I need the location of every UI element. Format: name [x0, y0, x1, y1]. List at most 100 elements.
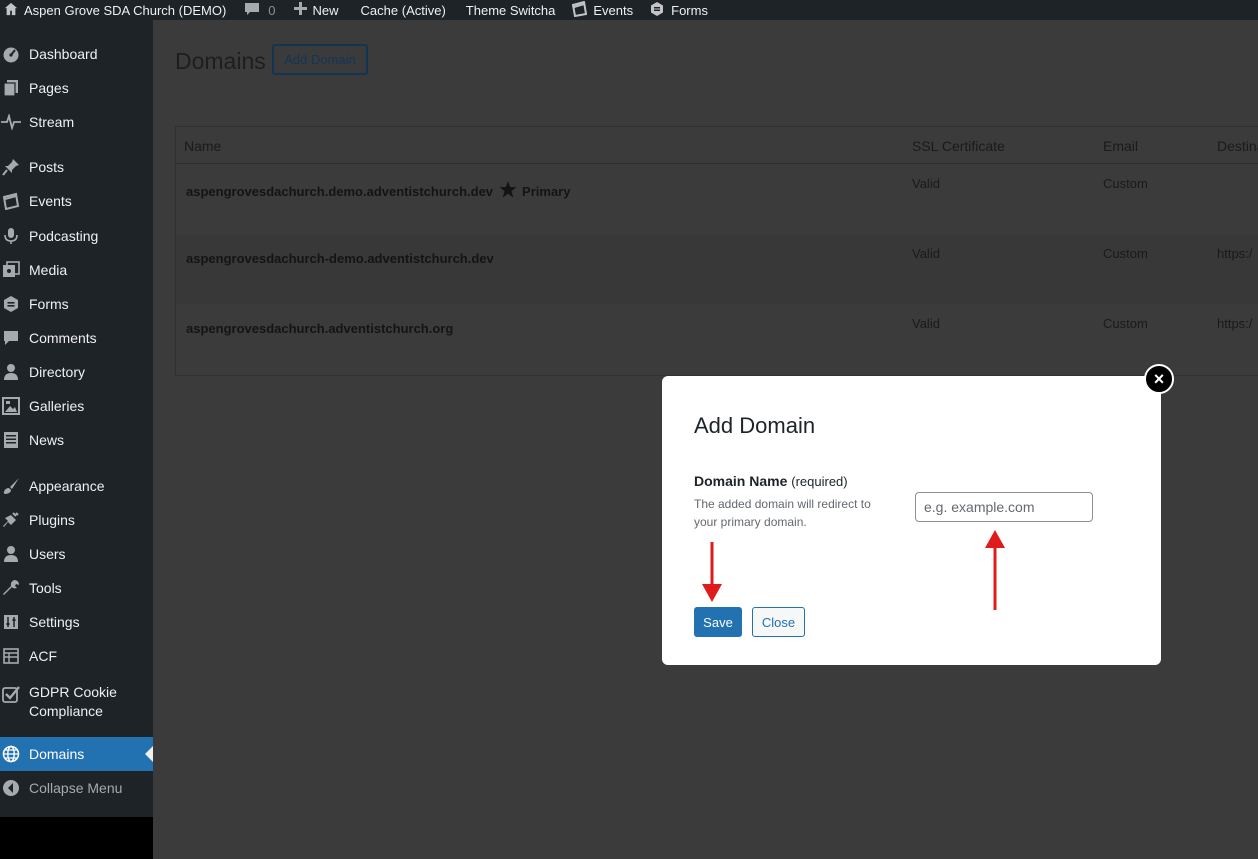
news-icon	[0, 429, 22, 451]
column-header-destination[interactable]: Destina	[1217, 138, 1258, 154]
sidebar-item-forms[interactable]: Forms	[0, 287, 153, 321]
sidebar-item-label: Galleries	[29, 398, 85, 414]
sidebar-item-events[interactable]: Events	[0, 184, 153, 218]
collapse-icon	[0, 777, 22, 799]
collapse-menu-button[interactable]: Collapse Menu	[0, 771, 153, 805]
sidebar-item-domains[interactable]: Domains	[0, 737, 153, 771]
sidebar-item-label: Collapse Menu	[29, 780, 123, 796]
sidebar-item-pages[interactable]: Pages	[0, 71, 153, 105]
sidebar-item-gdpr-cookie-compliance[interactable]: GDPR Cookie Compliance	[0, 679, 153, 725]
new-content-link[interactable]: New	[284, 0, 347, 20]
checkbox-icon	[0, 683, 22, 705]
destination-cell: https:/	[1217, 316, 1253, 331]
required-note: (required)	[791, 474, 848, 489]
sidebar-item-stream[interactable]: Stream	[0, 105, 153, 139]
sidebar-item-media[interactable]: Media	[0, 253, 153, 287]
field-help-text: The added domain will redirect to your p…	[694, 497, 871, 529]
pin-icon	[0, 156, 22, 178]
stream-icon	[0, 111, 22, 133]
close-button[interactable]: Close	[752, 607, 805, 637]
admin-bar: Aspen Grove SDA Church (DEMO) 0 New Cach…	[0, 0, 1258, 20]
calendar-icon	[571, 0, 593, 20]
add-domain-button[interactable]: Add Domain	[272, 44, 368, 75]
sidebar-item-label: Tools	[29, 580, 62, 596]
domains-table: Name SSL Certificate Email Destina aspen…	[175, 126, 1258, 376]
users-icon	[0, 543, 22, 565]
wrench-icon	[0, 577, 22, 599]
forms-icon	[0, 293, 22, 315]
column-header-name[interactable]: Name	[184, 138, 221, 154]
primary-badge: Primary	[522, 183, 571, 199]
gallery-icon	[0, 395, 22, 417]
comments-link[interactable]: 0	[234, 0, 283, 20]
sidebar-footer	[0, 817, 153, 859]
domain-name-input[interactable]	[915, 492, 1093, 522]
domain-name[interactable]: aspengrovesdachurch-demo.adventistchurch…	[186, 251, 494, 266]
domain-name[interactable]: aspengrovesdachurch.demo.adventistchurch…	[186, 184, 493, 199]
sidebar-item-label: Settings	[29, 614, 80, 630]
events-label: Events	[593, 2, 634, 18]
sidebar-item-label: Media	[29, 262, 68, 278]
new-label: New	[312, 2, 339, 18]
theme-switcha-link[interactable]: Theme Switcha	[454, 0, 564, 20]
sidebar-item-label: ACF	[29, 648, 57, 664]
sidebar-item-podcasting[interactable]: Podcasting	[0, 219, 153, 253]
sidebar-item-appearance[interactable]: Appearance	[0, 469, 153, 503]
sidebar-item-label: News	[29, 432, 65, 448]
ssl-status: Valid	[912, 246, 940, 261]
sidebar-item-tools[interactable]: Tools	[0, 571, 153, 605]
domain-name[interactable]: aspengrovesdachurch.adventistchurch.org	[186, 321, 453, 336]
settings-icon	[0, 611, 22, 633]
events-link[interactable]: Events	[563, 0, 641, 20]
ssl-status: Valid	[912, 316, 940, 331]
sidebar-item-label: Directory	[29, 364, 86, 380]
comments-count: 0	[268, 2, 276, 18]
sidebar-item-settings[interactable]: Settings	[0, 605, 153, 639]
modal-title: Add Domain	[694, 413, 816, 438]
domain-name-label: Domain Name (required)	[694, 473, 848, 489]
sidebar-item-galleries[interactable]: Galleries	[0, 389, 153, 423]
sidebar-item-dashboard[interactable]: Dashboard	[0, 37, 153, 71]
sidebar-item-comments[interactable]: Comments	[0, 321, 153, 355]
email-status: Custom	[1103, 316, 1148, 331]
sidebar-item-label: Pages	[29, 80, 69, 96]
forms-link[interactable]: Forms	[641, 0, 716, 20]
sidebar-item-posts[interactable]: Posts	[0, 150, 153, 184]
email-status: Custom	[1103, 246, 1148, 261]
site-name-label: Aspen Grove SDA Church (DEMO)	[24, 2, 227, 18]
sidebar-item-directory[interactable]: Directory	[0, 355, 153, 389]
forms-label: Forms	[671, 2, 708, 18]
destination-cell: https:/	[1217, 246, 1253, 261]
microphone-icon	[0, 225, 22, 247]
theme-switcha-label: Theme Switcha	[465, 2, 556, 18]
plugin-icon	[0, 509, 22, 531]
sidebar-item-label: Posts	[29, 159, 65, 175]
modal-close-icon[interactable]: ×	[1144, 364, 1174, 394]
sidebar-item-label: Podcasting	[29, 228, 99, 244]
pages-icon	[0, 77, 22, 99]
dashboard-icon	[0, 43, 22, 65]
annotation-arrow-up	[985, 530, 1005, 610]
column-header-email[interactable]: Email	[1103, 138, 1138, 154]
page-title: Domains	[175, 48, 266, 74]
table-row: aspengrovesdachurch.adventistchurch.org …	[176, 304, 1258, 374]
sidebar-item-users[interactable]: Users	[0, 537, 153, 571]
sidebar-item-label: Forms	[29, 296, 69, 312]
sidebar-item-label: Users	[29, 546, 66, 562]
column-header-ssl[interactable]: SSL Certificate	[912, 138, 1005, 154]
sidebar-item-label: Dashboard	[29, 46, 98, 62]
globe-icon	[0, 743, 22, 765]
table-row: aspengrovesdachurch.demo.adventistchurch…	[176, 164, 1258, 234]
home-icon	[4, 2, 24, 19]
sidebar-item-label: Domains	[29, 746, 85, 762]
site-name-link[interactable]: Aspen Grove SDA Church (DEMO)	[0, 0, 234, 20]
cache-link[interactable]: Cache (Active)	[347, 0, 454, 20]
user-icon	[0, 361, 22, 383]
sidebar-item-plugins[interactable]: Plugins	[0, 503, 153, 537]
sidebar-item-label: Events	[29, 193, 72, 209]
sidebar-item-news[interactable]: News	[0, 423, 153, 457]
sidebar-item-label: Stream	[29, 114, 75, 130]
sidebar-item-acf[interactable]: ACF	[0, 639, 153, 673]
sidebar-item-label: Comments	[29, 330, 97, 346]
save-button[interactable]: Save	[694, 607, 742, 637]
